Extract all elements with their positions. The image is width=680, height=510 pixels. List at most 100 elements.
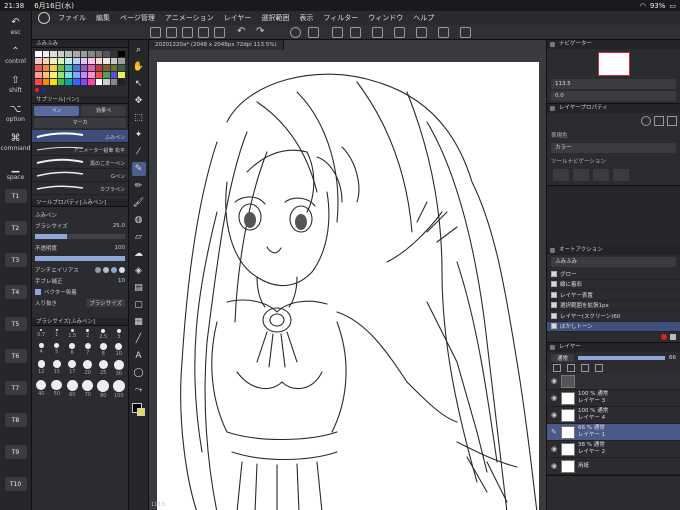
t-button-3[interactable]: T3: [4, 253, 27, 267]
menu-window[interactable]: ウィンドウ: [364, 13, 407, 23]
color-swatch[interactable]: [103, 79, 110, 85]
play-icon[interactable]: [670, 334, 676, 340]
edit-icon[interactable]: [182, 27, 193, 38]
color-swatch[interactable]: [118, 72, 125, 78]
ruler-tool-icon[interactable]: ╱: [132, 332, 146, 346]
opacity-slider[interactable]: [35, 256, 125, 261]
expression-color-select[interactable]: カラー: [551, 143, 676, 153]
color-swatch[interactable]: [118, 51, 125, 57]
frame-tool-icon[interactable]: ▦: [132, 315, 146, 329]
redo-button-icon[interactable]: ↷: [256, 27, 267, 38]
action-checkbox[interactable]: [551, 302, 557, 309]
action-item[interactable]: レイヤー表置: [547, 290, 680, 301]
blend-mode-select[interactable]: 通常: [551, 353, 575, 362]
document-tab[interactable]: 20201220a* (2048 x 2048px 72dpi 113.5%): [149, 40, 284, 50]
brush-size-preset[interactable]: 40: [35, 379, 48, 399]
color-swatch[interactable]: [65, 79, 72, 85]
grid-icon[interactable]: [150, 27, 161, 38]
rotate-icon[interactable]: [290, 27, 301, 38]
brush-size-preset[interactable]: 0.7: [35, 329, 48, 340]
layer-row[interactable]: ◉ 100 % 通常 レイヤー 4: [547, 407, 680, 424]
color-swatch[interactable]: [65, 58, 72, 64]
color-dot-red[interactable]: [35, 88, 39, 92]
opacity-value[interactable]: 100: [115, 245, 126, 251]
auto-select-tool-icon[interactable]: ✦: [132, 128, 146, 142]
t-button-10[interactable]: T10: [4, 477, 27, 491]
brush-size-value[interactable]: 25.0: [113, 223, 125, 229]
t-button-7[interactable]: T7: [4, 381, 27, 395]
color-swatch[interactable]: [65, 72, 72, 78]
eraser-tool-icon[interactable]: ▱: [132, 230, 146, 244]
tab-pen[interactable]: ペン: [34, 106, 79, 116]
color-swatch[interactable]: [110, 65, 118, 71]
airbrush-tool-icon[interactable]: ◍: [132, 213, 146, 227]
color-swatch[interactable]: [50, 79, 57, 85]
brush-size-preset[interactable]: 8: [97, 343, 110, 357]
visibility-icon[interactable]: ✎: [551, 428, 558, 436]
brush-size-preset[interactable]: 100: [112, 379, 126, 399]
invert-icon[interactable]: [372, 27, 383, 38]
color-swatch[interactable]: [35, 51, 42, 57]
tab-effect-pen[interactable]: 効果ペ: [81, 106, 126, 116]
color-swatch[interactable]: [103, 58, 110, 64]
correct-line-tool-icon[interactable]: ⤳: [132, 383, 146, 397]
layer-row[interactable]: ✎ 66 % 通常 レイヤー 1: [547, 424, 680, 441]
entry-select[interactable]: ブラシサイズ: [86, 298, 125, 307]
visibility-icon[interactable]: ◉: [551, 394, 558, 402]
color-swatch[interactable]: [65, 65, 72, 71]
antialias-none-icon[interactable]: [95, 266, 101, 273]
brush-size-preset[interactable]: 15: [51, 360, 64, 377]
draft-nav-icon[interactable]: [573, 169, 589, 181]
lasso-icon[interactable]: [308, 27, 319, 38]
color-swatch[interactable]: [118, 58, 125, 64]
color-swatch[interactable]: [88, 65, 95, 71]
color-swatch[interactable]: [80, 51, 88, 57]
menu-filter[interactable]: フィルター: [319, 13, 362, 23]
key-control[interactable]: ⌃ control: [0, 46, 31, 65]
stabilization-value[interactable]: 10: [118, 278, 125, 284]
border-effect-icon[interactable]: [641, 116, 651, 126]
color-swatch[interactable]: [50, 51, 57, 57]
color-swatch[interactable]: [57, 72, 65, 78]
action-item[interactable]: 選択範囲を拡張1px: [547, 301, 680, 311]
brush-item[interactable]: 黒のこオーペン: [32, 156, 128, 169]
color-indicator[interactable]: [131, 403, 146, 417]
brush-size-preset[interactable]: 2.5: [97, 329, 110, 340]
color-swatch[interactable]: [80, 58, 88, 64]
color-swatch[interactable]: [88, 79, 95, 85]
color-swatch[interactable]: [110, 72, 118, 78]
key-shift[interactable]: ⇧ shift: [0, 75, 31, 94]
layer-opacity-slider[interactable]: [578, 355, 665, 360]
deselect-icon[interactable]: [350, 27, 361, 38]
color-swatch[interactable]: [110, 51, 118, 57]
action-item[interactable]: ぼかしトーン: [547, 321, 680, 332]
brush-item[interactable]: アニメーター鉛筆 松平: [32, 143, 128, 156]
tone-effect-icon[interactable]: [654, 116, 664, 126]
drawing-canvas[interactable]: [157, 62, 539, 510]
color-swatch[interactable]: [95, 65, 103, 71]
color-swatch[interactable]: [35, 58, 42, 64]
brush-size-preset[interactable]: 5: [51, 343, 64, 357]
app-logo-icon[interactable]: [38, 12, 50, 24]
t-button-4[interactable]: T4: [4, 285, 27, 299]
color-swatch[interactable]: [118, 79, 125, 85]
color-swatch[interactable]: [72, 65, 80, 71]
color-swatch[interactable]: [110, 58, 118, 64]
navigator-zoom[interactable]: 113.5: [551, 79, 676, 89]
layer-row[interactable]: ◉ 38 % 通常 レイヤー 2: [547, 441, 680, 458]
pencil-tool-icon[interactable]: ✏: [132, 179, 146, 193]
action-checkbox[interactable]: [551, 270, 557, 277]
color-swatch[interactable]: [110, 79, 118, 85]
t-button-5[interactable]: T5: [4, 317, 27, 331]
brush-size-preset[interactable]: 70: [82, 379, 95, 399]
key-option[interactable]: ⌥ option: [0, 104, 31, 123]
color-swatch[interactable]: [80, 72, 88, 78]
color-swatch[interactable]: [118, 65, 125, 71]
menu-animation[interactable]: アニメーション: [161, 13, 218, 23]
brush-item[interactable]: Gペン: [32, 169, 128, 182]
brush-size-preset[interactable]: 20: [82, 360, 95, 377]
brush-size-preset[interactable]: 2: [82, 329, 95, 340]
t-button-8[interactable]: T8: [4, 413, 27, 427]
export-icon[interactable]: [214, 27, 225, 38]
select-all-icon[interactable]: [332, 27, 343, 38]
